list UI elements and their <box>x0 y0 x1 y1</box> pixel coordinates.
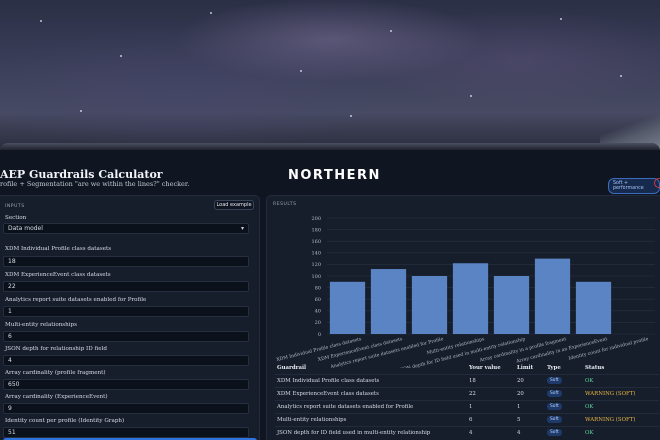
chart-bar <box>370 269 407 334</box>
cell-limit: 4 <box>517 430 521 436</box>
array-cardinality-profile-input[interactable]: 650 <box>3 379 249 390</box>
star <box>350 115 352 117</box>
star <box>80 110 82 112</box>
type-badge: Soft <box>547 377 562 384</box>
field-label: JSON depth for relationship ID field <box>5 346 107 352</box>
y-tick-label: 120 <box>311 262 321 268</box>
cell-value: 4 <box>469 430 473 436</box>
multi-entity-relationships-input[interactable]: 6 <box>3 331 249 342</box>
cell-limit: 20 <box>517 378 524 384</box>
section-select-value: Data model <box>8 225 43 232</box>
status-badge: OK <box>585 404 594 410</box>
cell-value: 18 <box>469 378 476 384</box>
star <box>40 20 42 22</box>
inputs-heading: INPUTS <box>5 204 25 209</box>
y-tick-label: 40 <box>315 309 321 315</box>
status-badge: WARNING (SOFT) <box>585 391 636 397</box>
chevron-down-icon: ▾ <box>240 225 244 232</box>
star <box>120 55 122 57</box>
column-header-status: Status <box>585 365 605 371</box>
cell-value: 1 <box>469 404 473 410</box>
field-label: XDM Individual Profile class datasets <box>5 246 112 252</box>
xdm-profile-datasets-input[interactable]: 18 <box>3 256 249 267</box>
column-header-type: Type <box>547 365 561 371</box>
field-label: Multi-entity relationships <box>5 322 78 328</box>
chart-bar <box>452 263 489 334</box>
page-subtitle: rofile + Segmentation "are we within the… <box>0 180 190 188</box>
results-panel: RESULTS 0 20 40 60 80 100 120 140 160 180 200 XDM I… <box>266 195 660 440</box>
status-badge: WARNING (SOFT) <box>585 417 636 423</box>
type-badge: Soft <box>547 403 562 410</box>
xdm-experienceevent-datasets-input[interactable]: 22 <box>3 281 249 292</box>
guardrail-bar-chart: 020406080100120140160180200XDM Individua… <box>276 216 655 368</box>
chart-bar <box>493 276 530 334</box>
inputs-panel: INPUTS Load example Section Data model ▾… <box>0 195 260 440</box>
cell-value: 6 <box>469 417 473 423</box>
field-label: Identity count per profile (Identity Gra… <box>5 418 125 424</box>
table-row: Multi-entity relationships 6 5 Soft WARNING … <box>275 413 659 425</box>
array-cardinality-event-input[interactable]: 9 <box>3 403 249 414</box>
type-badge: Soft <box>547 416 562 423</box>
y-tick-label: 140 <box>311 251 321 257</box>
section-select[interactable]: Data model ▾ <box>3 223 249 234</box>
table-row: Analytics report suite datasets enabled … <box>275 400 659 412</box>
field-label: XDM ExperienceEvent class datasets <box>5 272 111 278</box>
table-header-row: Guardrail Your value Limit Type Status <box>275 362 659 374</box>
y-tick-label: 160 <box>311 239 321 245</box>
chart-bar <box>411 276 448 334</box>
x-tick-label: Identity count for individual profile <box>568 336 649 362</box>
cell-limit: 20 <box>517 391 524 397</box>
type-badge: Soft <box>547 429 562 436</box>
column-header-guardrail: Guardrail <box>277 365 307 371</box>
status-badge: OK <box>585 430 594 436</box>
star <box>390 30 392 32</box>
y-tick-label: 0 <box>318 332 321 338</box>
chart-bar <box>329 281 366 334</box>
table-row: JSON depth for ID field used in multi-en… <box>275 426 659 438</box>
status-ring-icon[interactable] <box>654 178 660 188</box>
table-row: XDM ExperienceEvent class datasets 22 20 So… <box>275 387 659 399</box>
cell-guardrail: Analytics report suite datasets enabled … <box>277 404 414 410</box>
cell-guardrail: XDM ExperienceEvent class datasets <box>277 391 379 397</box>
table-row: XDM Individual Profile class datasets 18 2… <box>275 374 659 386</box>
cell-value: 22 <box>469 391 476 397</box>
cell-guardrail: XDM Individual Profile class datasets <box>277 378 380 384</box>
app-window: AEP Guardrails Calculator rofile + Segme… <box>0 150 660 440</box>
y-tick-label: 200 <box>311 216 321 222</box>
y-tick-label: 80 <box>315 285 321 291</box>
column-header-limit: Limit <box>517 365 534 371</box>
cell-limit: 5 <box>517 417 521 423</box>
star <box>620 75 622 77</box>
field-label: Array cardinality (profile fragment) <box>5 370 106 376</box>
y-tick-label: 60 <box>315 297 321 303</box>
cell-guardrail: JSON depth for ID field used in multi-en… <box>277 430 431 436</box>
cell-guardrail: Multi-entity relationships <box>277 417 347 423</box>
section-label: Section <box>5 215 27 221</box>
analytics-report-suite-input[interactable]: 1 <box>3 306 249 317</box>
logo-text: NORTHERN <box>288 168 381 183</box>
mode-badge[interactable]: Soft + performance <box>608 178 660 194</box>
northern-logo: NORTHERN <box>288 168 381 183</box>
load-example-button[interactable]: Load example <box>214 200 254 210</box>
y-tick-label: 180 <box>311 227 321 233</box>
chart-bar <box>534 258 571 334</box>
star <box>300 70 302 72</box>
star <box>210 12 212 14</box>
star <box>470 95 472 97</box>
type-badge: Soft <box>547 390 562 397</box>
column-header-value: Your value <box>469 365 501 371</box>
field-label: Analytics report suite datasets enabled … <box>5 297 147 303</box>
star <box>560 18 562 20</box>
y-tick-label: 100 <box>311 274 321 280</box>
desktop-wallpaper <box>0 0 660 150</box>
cell-limit: 1 <box>517 404 521 410</box>
json-depth-input[interactable]: 4 <box>3 355 249 366</box>
y-tick-label: 20 <box>315 320 321 326</box>
status-badge: OK <box>585 378 594 384</box>
field-label: Array cardinality (ExperienceEvent) <box>5 394 108 400</box>
identity-count-input[interactable]: 51 <box>3 427 249 438</box>
chart-bar <box>575 281 612 334</box>
